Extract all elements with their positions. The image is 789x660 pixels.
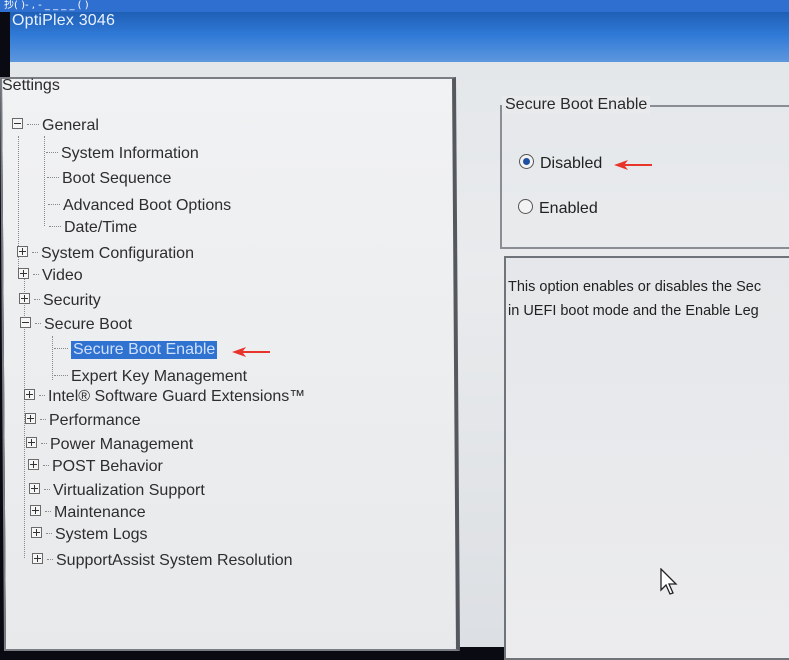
- tree-connector: [33, 274, 39, 275]
- tree-connector: [47, 177, 59, 178]
- collapse-icon[interactable]: [12, 118, 23, 129]
- tree-item-date-time[interactable]: Date/Time: [49, 219, 137, 237]
- tree-connector: [35, 323, 41, 324]
- tree-connector: [41, 443, 47, 444]
- tree-connector: [39, 395, 45, 396]
- description-text: This option enables or disables the Sec …: [508, 279, 762, 319]
- tree-connector: [54, 348, 68, 349]
- tree-item-supportassist[interactable]: SupportAssist System Resolution: [32, 552, 293, 570]
- tree-connector: [44, 489, 50, 490]
- radio-disabled[interactable]: Disabled: [519, 154, 602, 173]
- expand-icon[interactable]: [29, 483, 40, 494]
- tree-item-power-management[interactable]: Power Management: [26, 436, 193, 454]
- tree-connector: [48, 204, 60, 205]
- expand-icon[interactable]: [24, 389, 35, 400]
- tree-connector: [45, 511, 51, 512]
- tree-connector: [43, 465, 49, 466]
- tree-item-maintenance[interactable]: Maintenance: [30, 504, 146, 522]
- tree-item-security[interactable]: Security: [19, 292, 101, 310]
- tree-connector: [34, 299, 40, 300]
- radio-unchecked-icon[interactable]: [518, 199, 533, 214]
- settings-header: Settings: [2, 77, 60, 94]
- radio-label: Disabled: [540, 155, 603, 172]
- tree-connector: [54, 375, 68, 376]
- expand-icon[interactable]: [26, 437, 37, 448]
- expand-icon[interactable]: [32, 553, 43, 564]
- expand-icon[interactable]: [31, 527, 42, 538]
- tree-connector: [46, 152, 58, 153]
- tree-connector: [47, 559, 53, 560]
- option-groupbox: [500, 105, 789, 249]
- tree-item-intel-sgx[interactable]: Intel® Software Guard Extensions™: [24, 388, 305, 406]
- mouse-pointer-icon: [660, 568, 678, 595]
- tree-item-post-behavior[interactable]: POST Behavior: [28, 458, 163, 476]
- tree-connector: [40, 419, 46, 420]
- selected-item-label: Secure Boot Enable: [71, 341, 218, 359]
- tree-line: [44, 136, 45, 226]
- radio-label: Enabled: [539, 200, 598, 217]
- top-strip-text: 抄( )- , - _ _ _ _ ( ): [4, 0, 89, 11]
- tree-connector: [46, 533, 52, 534]
- tree-item-virtualization-support[interactable]: Virtualization Support: [29, 482, 205, 500]
- expand-icon[interactable]: [30, 505, 41, 516]
- collapse-icon[interactable]: [20, 317, 31, 328]
- expand-icon[interactable]: [18, 268, 29, 279]
- tree-connector: [27, 124, 39, 125]
- tree-item-system-logs[interactable]: System Logs: [31, 526, 147, 544]
- tree-connector: [32, 252, 38, 253]
- expand-icon[interactable]: [19, 293, 30, 304]
- tree-item-system-configuration[interactable]: System Configuration: [17, 245, 194, 263]
- radio-checked-icon[interactable]: [519, 154, 534, 169]
- tree-item-performance[interactable]: Performance: [25, 412, 141, 430]
- tree-item-secure-boot[interactable]: Secure Boot: [20, 316, 132, 334]
- window-title: OptiPlex 3046: [12, 12, 116, 29]
- tree-item-system-information[interactable]: System Information: [46, 145, 199, 163]
- title-bar: OptiPlex 3046: [10, 12, 789, 62]
- tree-item-secure-boot-enable[interactable]: Secure Boot Enable: [54, 341, 218, 359]
- tree-item-boot-sequence[interactable]: Boot Sequence: [47, 170, 171, 188]
- expand-icon[interactable]: [28, 459, 39, 470]
- tree-connector: [49, 226, 61, 227]
- tree-item-expert-key-management[interactable]: Expert Key Management: [54, 368, 247, 386]
- radio-enabled[interactable]: Enabled: [518, 199, 598, 218]
- tree-line: [52, 336, 53, 380]
- option-group-title: Secure Boot Enable: [502, 96, 651, 114]
- top-strip: 抄( )- , - _ _ _ _ ( ): [0, 0, 789, 12]
- red-arrow-icon: [232, 347, 270, 357]
- expand-icon[interactable]: [17, 246, 28, 257]
- tree-item-video[interactable]: Video: [18, 267, 83, 285]
- tree-item-advanced-boot-options[interactable]: Advanced Boot Options: [48, 197, 231, 215]
- tree-item-general[interactable]: General: [12, 117, 99, 135]
- expand-icon[interactable]: [25, 413, 36, 424]
